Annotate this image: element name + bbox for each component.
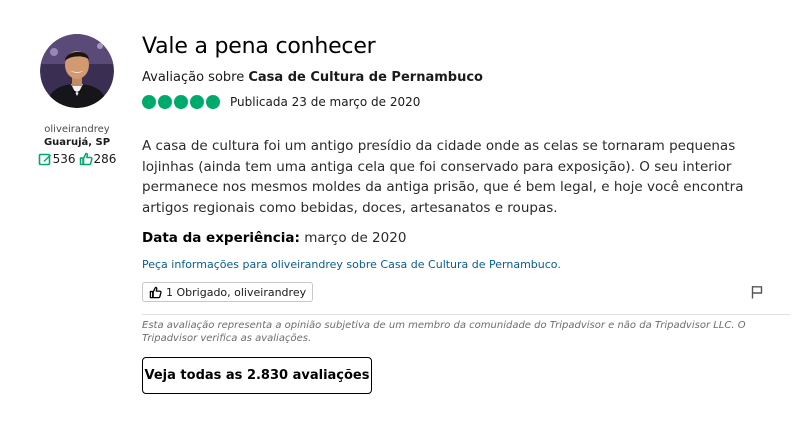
helpful-votes-count: 286 [93,152,117,166]
review-subtitle: Avaliação sobre Casa de Cultura de Perna… [142,70,792,86]
edit-icon [38,153,51,166]
reviewer-profile: oliveirandrey Guarujá, SP 536 286 [38,34,117,166]
thumbs-up-icon [79,152,93,166]
rating-bubble-icon [190,95,204,109]
rating-bubble-icon [174,95,188,109]
helpful-button[interactable]: 1 Obrigado, oliveirandrey [142,282,314,302]
experience-date-value: março de 2020 [299,230,407,246]
rating-bubble-icon [158,95,172,109]
contributions-stat: 536 [38,152,76,166]
review-title[interactable]: Vale a pena conhecer [142,32,792,62]
subtitle-prefix: Avaliação sobre [142,70,249,85]
disclaimer-text: Esta avaliação representa a opinião subj… [142,320,746,344]
review-actions: 1 Obrigado, oliveirandrey [142,282,792,302]
avatar[interactable] [40,34,114,108]
flag-icon[interactable] [750,285,764,299]
reviewer-username[interactable]: oliveirandrey [40,124,114,135]
experience-date: Data da experiência: março de 2020 [142,230,792,246]
published-date: Publicada 23 de março de 2020 [230,95,421,109]
experience-date-label: Data da experiência: [142,230,300,246]
reviewer-stats: 536 286 [38,152,117,166]
ask-reviewer-link[interactable]: Peça informações para oliveirandrey sobr… [142,258,792,271]
helpful-votes-stat: 286 [79,152,117,166]
contributions-count: 536 [52,152,76,166]
rating-bubble-icon [142,95,156,109]
rating-bubble-icon [206,95,220,109]
rating-bubbles [142,95,220,109]
helpful-button-label: 1 Obrigado, oliveirandrey [166,285,307,299]
see-all-reviews-button[interactable]: Veja todas as 2.830 avaliações [142,357,372,394]
review-body: A casa de cultura foi um antigo presídio… [142,138,744,216]
review-card: Vale a pena conhecer Avaliação sobre Cas… [142,32,792,394]
divider [142,314,790,315]
reviewer-location: Guarujá, SP [43,137,111,148]
place-name[interactable]: Casa de Cultura de Pernambuco [248,70,483,85]
thumbs-up-icon [149,286,162,298]
rating-row: Publicada 23 de março de 2020 [142,94,792,110]
